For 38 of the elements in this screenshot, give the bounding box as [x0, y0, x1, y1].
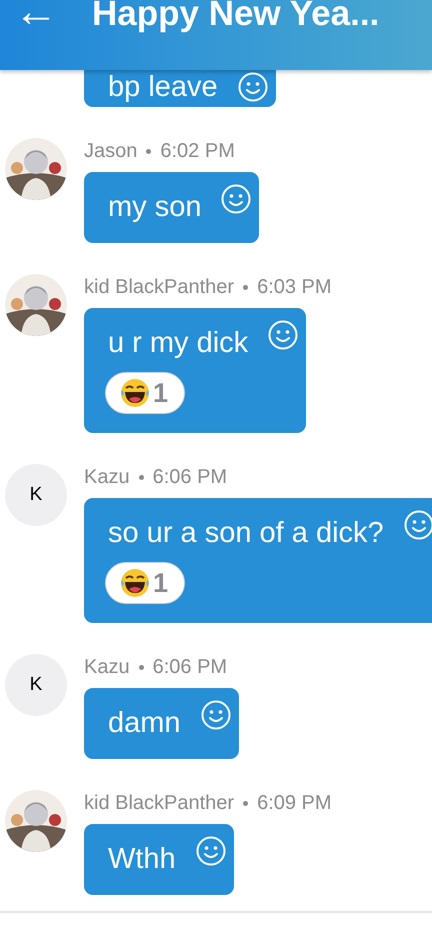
sender-name: Kazu [84, 655, 130, 680]
sender-name: Kazu [84, 465, 130, 490]
sender-name: kid BlackPanther [84, 275, 234, 300]
message-text: my son [108, 190, 202, 224]
back-button[interactable]: ← [14, 0, 58, 27]
laughing-emoji-icon [120, 568, 150, 598]
message-time: 6:02 PM [160, 139, 235, 164]
message-bubble[interactable]: u r my dick 1 [84, 308, 306, 433]
reaction-count: 1 [153, 566, 168, 600]
avatar: K [5, 654, 67, 716]
reaction-chip[interactable]: 1 [105, 562, 186, 604]
message-bubble[interactable]: bp leave [84, 70, 276, 107]
window-title: Happy New Yea... [92, 0, 380, 34]
message-text: so ur a son of a dick? [108, 516, 384, 550]
message-time: 6:03 PM [257, 275, 332, 300]
reaction-chip[interactable]: 1 [105, 372, 186, 414]
message-bubble[interactable]: Wthh [84, 824, 234, 895]
message-bubble[interactable]: damn [84, 688, 239, 759]
smiley-icon[interactable] [404, 510, 432, 540]
avatar: K [5, 464, 67, 526]
message-bubble[interactable]: so ur a son of a dick? 1 [84, 498, 432, 623]
sender-name: Jason [84, 139, 138, 164]
message-time: 6:06 PM [152, 655, 228, 680]
reaction-count: 1 [153, 376, 168, 410]
smiley-icon[interactable] [196, 836, 226, 866]
message-text: bp leave [108, 70, 218, 104]
message-text: u r my dick [108, 326, 248, 360]
sender-name: kid BlackPanther [84, 791, 234, 816]
smiley-icon[interactable] [221, 184, 252, 214]
smiley-icon[interactable] [200, 700, 231, 730]
message-bubble[interactable]: my son [84, 172, 260, 243]
smiley-icon[interactable] [268, 320, 298, 350]
smiley-icon[interactable] [238, 72, 268, 102]
message-time: 6:09 PM [257, 791, 332, 816]
message-text: Wthh [108, 842, 176, 876]
message-text: damn [108, 706, 181, 740]
message-time: 6:06 PM [152, 465, 228, 490]
laughing-emoji-icon [120, 378, 150, 408]
